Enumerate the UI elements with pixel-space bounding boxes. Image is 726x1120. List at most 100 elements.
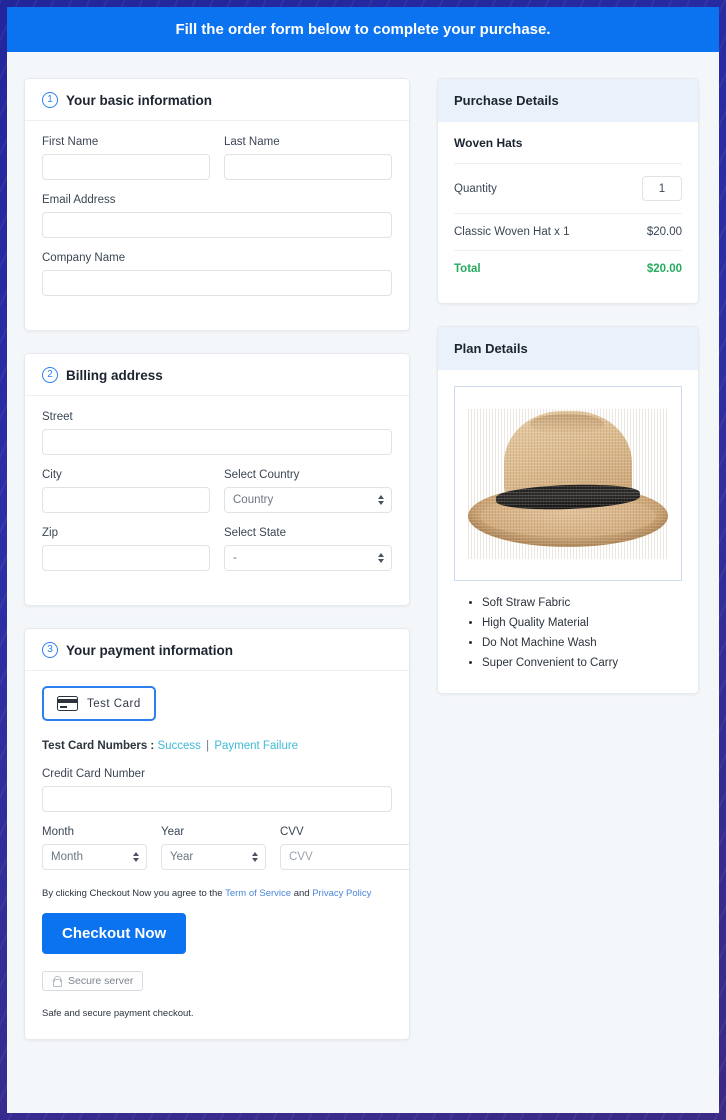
month-group: Month Month [42, 826, 147, 870]
line-item-amount: $20.00 [646, 226, 682, 238]
list-item: Do Not Machine Wash [482, 637, 682, 649]
plan-details-title: Plan Details [438, 327, 698, 370]
first-name-group: First Name [42, 136, 210, 180]
month-select[interactable]: Month [42, 844, 147, 870]
last-name-label: Last Name [224, 136, 280, 148]
page-root: Fill the order form below to complete yo… [0, 0, 726, 1120]
banner-text: Fill the order form below to complete yo… [175, 21, 551, 38]
summary-column: Purchase Details Woven Hats Quantity Cla… [437, 78, 699, 716]
credit-card-number-group: Credit Card Number [42, 768, 392, 812]
terms-of-service-link[interactable]: Term of Service [225, 888, 291, 899]
country-select-wrap: Country [224, 487, 392, 513]
company-label: Company Name [42, 252, 126, 264]
name-row: First Name Last Name [42, 136, 392, 194]
test-card-success-link[interactable]: Success [157, 740, 200, 752]
step-1-title: Your basic information [66, 92, 213, 108]
city-group: City [42, 469, 210, 513]
payment-information-card: 3 Your payment information Test Card Tes… [24, 628, 410, 1040]
privacy-policy-link[interactable]: Privacy Policy [312, 888, 371, 899]
total-amount: $20.00 [646, 263, 682, 275]
total-row: Total $20.00 [454, 251, 682, 287]
test-card-separator: | [206, 740, 210, 752]
country-label: Select Country [224, 469, 300, 481]
month-label: Month [42, 826, 74, 838]
basic-information-card: 1 Your basic information First Name Last… [24, 78, 410, 331]
form-column: 1 Your basic information First Name Last… [24, 78, 410, 1062]
purchase-details-title: Purchase Details [438, 79, 698, 122]
year-select[interactable]: Year [161, 844, 266, 870]
step-1-body: First Name Last Name Email Address Compa… [25, 121, 409, 330]
last-name-input[interactable] [224, 154, 392, 180]
step-2-header: 2 Billing address [25, 354, 409, 396]
year-select-wrap: Year [161, 844, 266, 870]
step-1-header: 1 Your basic information [25, 79, 409, 121]
cvv-input[interactable] [280, 844, 409, 870]
step-3-title: Your payment information [66, 642, 234, 658]
plan-details-panel: Plan Details Soft Straw Fabric [437, 326, 699, 694]
expiry-cvv-row: Month Month Year Year CVV CVV [42, 826, 409, 870]
cvv-field-wrap [280, 844, 409, 870]
page-frame: Fill the order form below to complete yo… [7, 7, 719, 1113]
test-card-numbers-row: Test Card Numbers : Success | Payment Fa… [42, 740, 392, 752]
street-label: Street [42, 411, 73, 423]
first-name-input[interactable] [42, 154, 210, 180]
step-2-number: 2 [42, 367, 58, 383]
month-select-wrap: Month [42, 844, 147, 870]
step-3-header: 3 Your payment information [25, 629, 409, 671]
list-item: Soft Straw Fabric [482, 597, 682, 609]
company-input[interactable] [42, 270, 392, 296]
email-label: Email Address [42, 194, 116, 206]
line-item-label: Classic Woven Hat x 1 [454, 226, 570, 238]
city-label: City [42, 469, 62, 481]
country-select[interactable]: Country [224, 487, 392, 513]
terms-and: and [293, 888, 310, 899]
street-input[interactable] [42, 429, 392, 455]
year-label: Year [161, 826, 185, 838]
step-2-body: Street City Select Country Country Zip S… [25, 396, 409, 605]
quantity-input[interactable] [642, 176, 682, 201]
state-select[interactable]: - [224, 545, 392, 571]
plan-feature-list: Soft Straw Fabric High Quality Material … [454, 597, 682, 669]
step-3-number: 3 [42, 642, 58, 658]
total-label: Total [454, 263, 481, 275]
product-image-frame [454, 386, 682, 581]
line-item-row: Classic Woven Hat x 1 $20.00 [454, 214, 682, 251]
city-input[interactable] [42, 487, 210, 513]
secure-server-label: Secure server [68, 975, 134, 987]
billing-address-card: 2 Billing address Street City Select Cou… [24, 353, 410, 606]
product-name: Woven Hats [454, 122, 682, 164]
country-group: Select Country Country [224, 469, 392, 513]
email-group: Email Address [42, 194, 392, 238]
credit-card-number-input[interactable] [42, 786, 392, 812]
step-2-title: Billing address [66, 367, 163, 383]
purchase-details-body: Woven Hats Quantity Classic Woven Hat x … [438, 122, 698, 303]
cvv-label: CVV [280, 826, 304, 838]
safe-checkout-note: Safe and secure payment checkout. [42, 1007, 194, 1019]
content-area: 1 Your basic information First Name Last… [7, 52, 719, 1062]
checkout-now-button[interactable]: Checkout Now [42, 913, 187, 954]
test-card-tab[interactable]: Test Card [42, 686, 156, 721]
credit-card-icon [57, 696, 78, 711]
test-card-tab-label: Test Card [87, 697, 141, 710]
credit-card-number-label: Credit Card Number [42, 768, 145, 780]
purchase-details-panel: Purchase Details Woven Hats Quantity Cla… [437, 78, 699, 304]
cvv-group: CVV [280, 826, 409, 870]
step-1-number: 1 [42, 92, 58, 108]
zip-group: Zip [42, 527, 210, 571]
test-card-failure-link[interactable]: Payment Failure [214, 740, 298, 752]
zip-input[interactable] [42, 545, 210, 571]
email-input[interactable] [42, 212, 392, 238]
terms-text: By clicking Checkout Now you agree to th… [42, 888, 392, 899]
list-item: High Quality Material [482, 617, 682, 629]
last-name-group: Last Name [224, 136, 392, 180]
list-item: Super Convenient to Carry [482, 657, 682, 669]
lock-icon [52, 975, 62, 987]
quantity-label: Quantity [454, 182, 497, 195]
secure-server-badge: Secure server [42, 971, 144, 991]
plan-details-body: Soft Straw Fabric High Quality Material … [438, 386, 698, 693]
state-group: Select State - [224, 527, 392, 571]
state-label: Select State [224, 527, 287, 539]
street-group: Street [42, 411, 392, 455]
quantity-row: Quantity [454, 164, 682, 214]
terms-prefix: By clicking Checkout Now you agree to th… [42, 888, 223, 899]
